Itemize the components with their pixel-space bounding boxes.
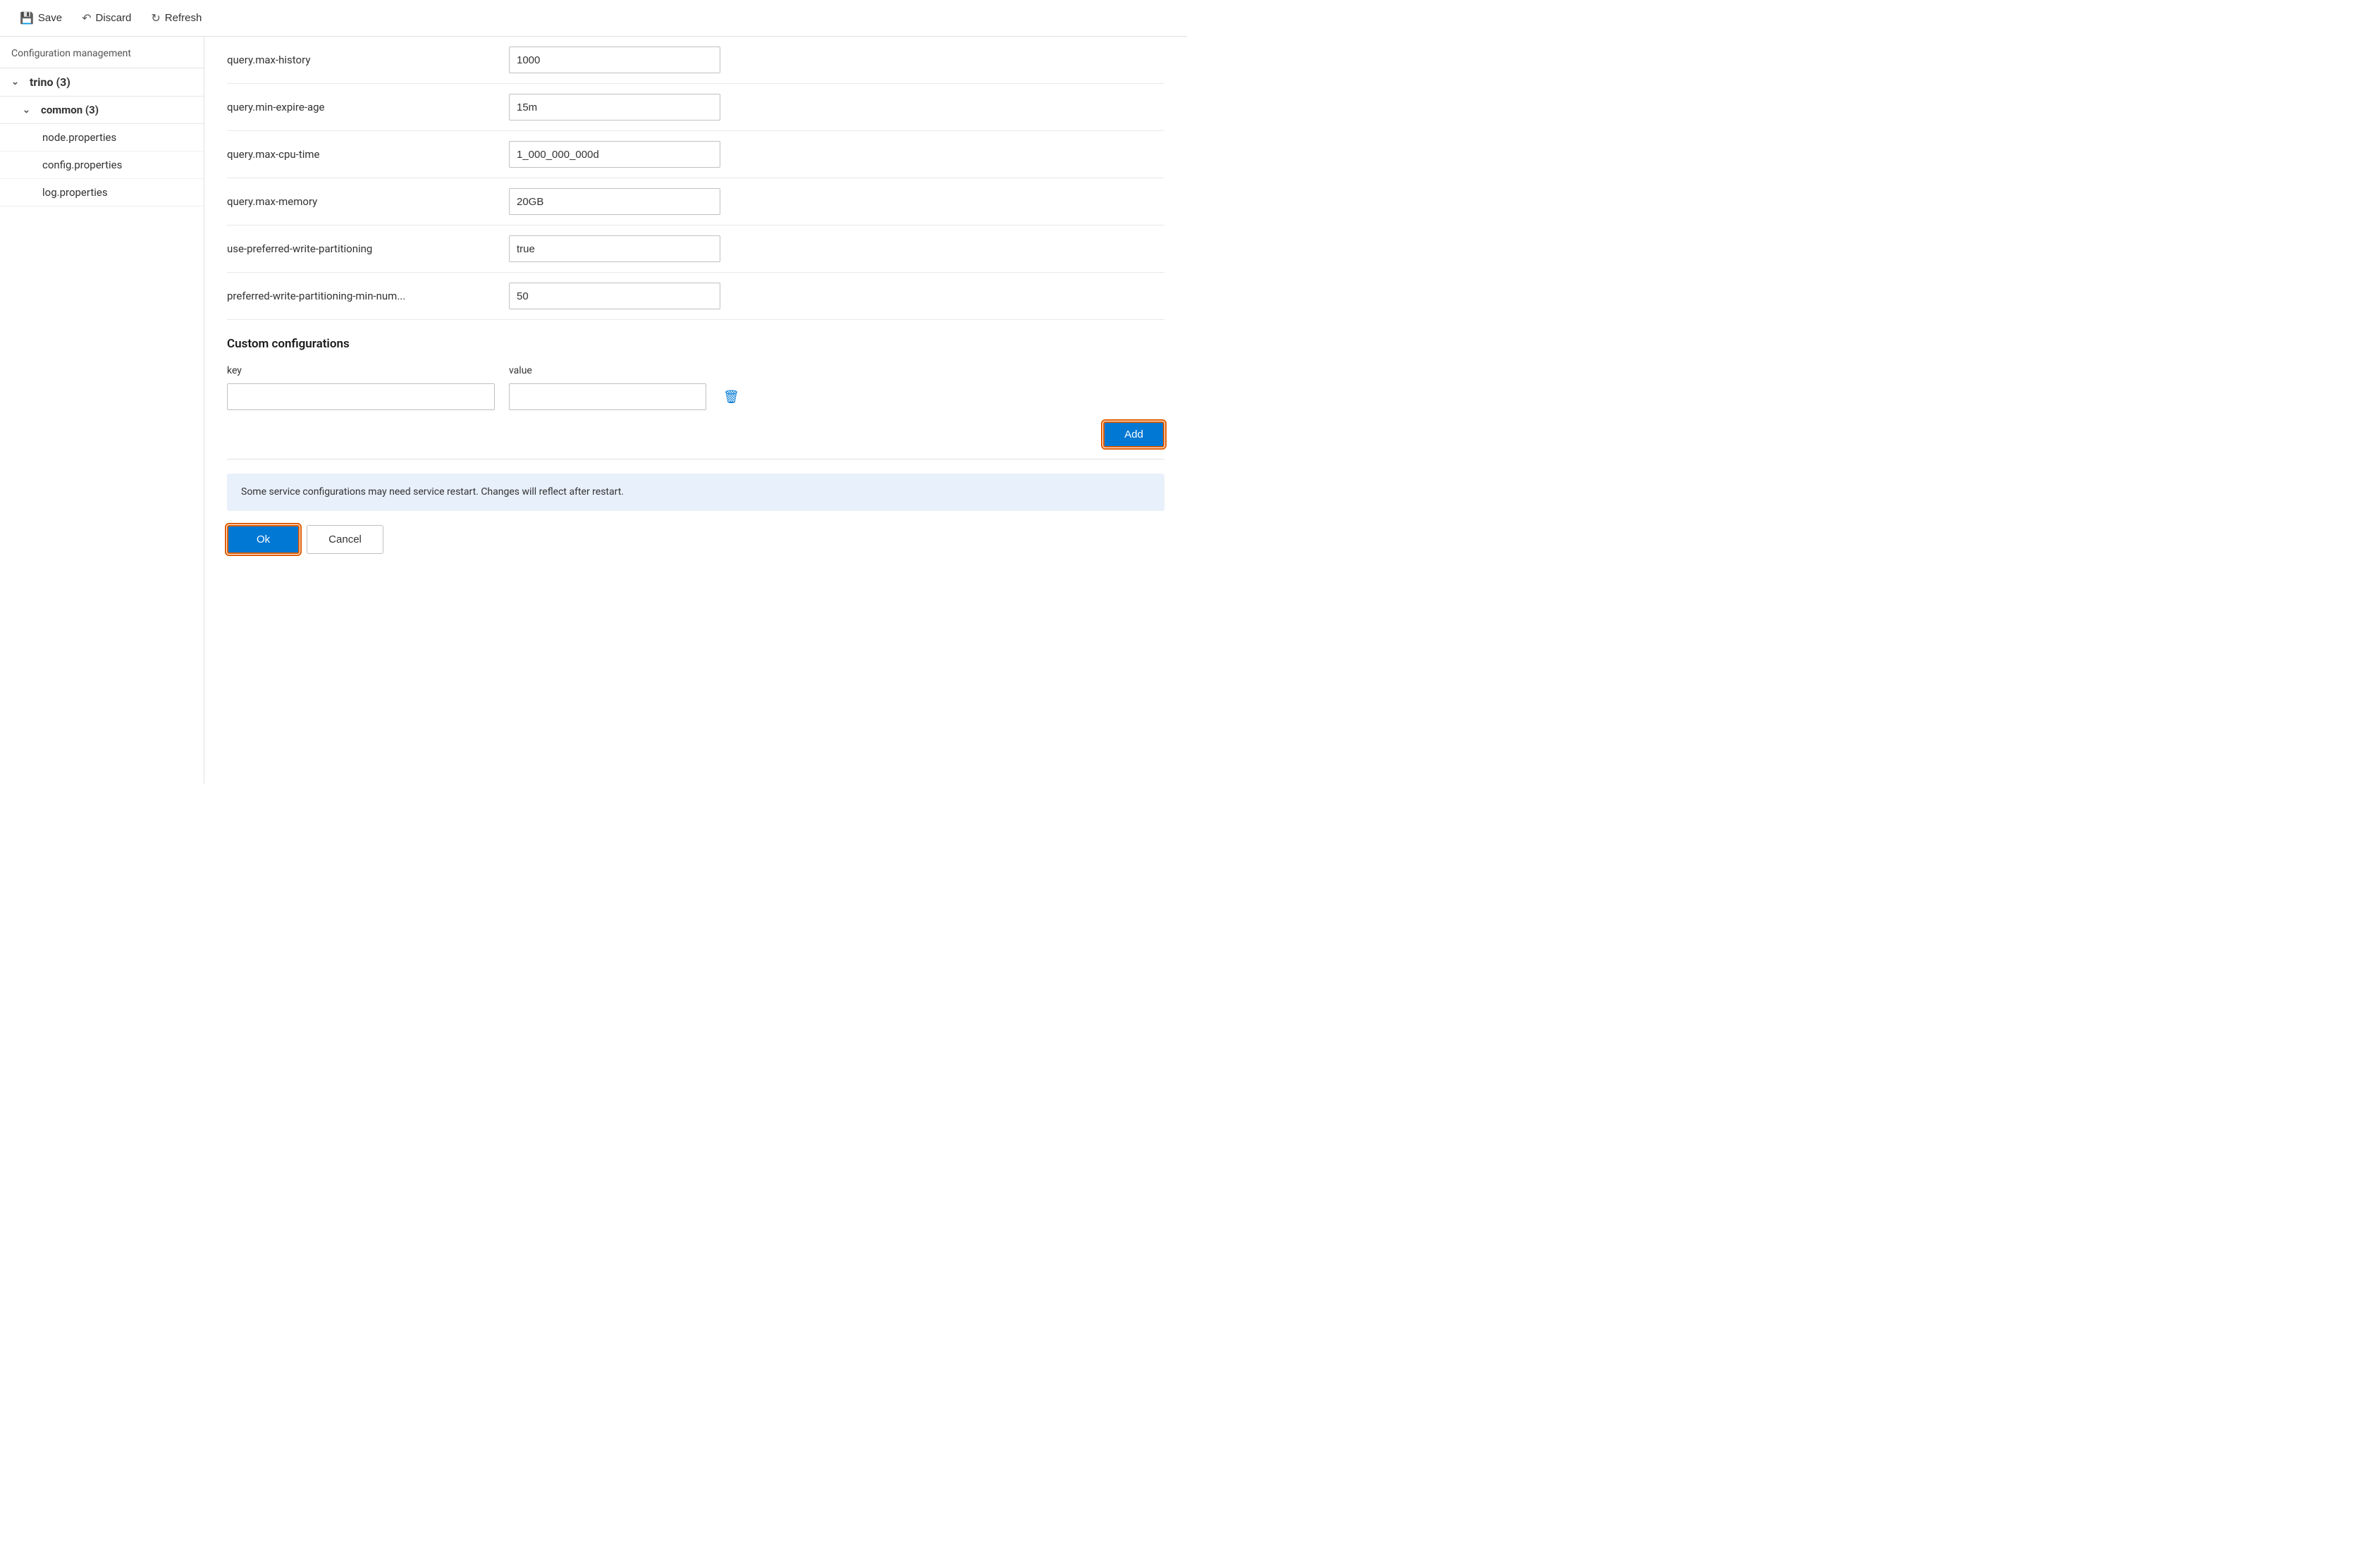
discard-button[interactable]: ↶ Discard: [73, 8, 140, 29]
tree-item-common[interactable]: ⌄ common (3): [0, 97, 204, 124]
delete-custom-row-button[interactable]: 🗑: [720, 387, 742, 407]
save-label: Save: [38, 12, 62, 24]
file-label: log.properties: [42, 186, 108, 199]
discard-icon: ↶: [82, 11, 91, 25]
tree-item-trino[interactable]: ⌄ trino (3): [0, 68, 204, 97]
config-row-2: query.max-cpu-time: [227, 131, 1164, 178]
config-row-3: query.max-memory: [227, 178, 1164, 226]
config-input-0[interactable]: [509, 47, 720, 73]
add-row: Add: [227, 421, 1164, 459]
tree-item-node-properties[interactable]: node.properties: [0, 124, 204, 152]
config-row-4: use-preferred-write-partitioning: [227, 226, 1164, 273]
custom-key-input[interactable]: [227, 383, 495, 410]
config-row-1: query.min-expire-age: [227, 84, 1164, 131]
custom-section-title: Custom configurations: [227, 337, 1164, 351]
custom-key-header: key: [227, 365, 495, 376]
tree-item-config-properties[interactable]: config.properties: [0, 152, 204, 179]
refresh-icon: ↻: [151, 11, 160, 25]
refresh-button[interactable]: ↻ Refresh: [142, 8, 210, 29]
chevron-down-icon: ⌄: [11, 77, 23, 87]
config-input-3[interactable]: [509, 188, 720, 215]
config-row-5: preferred-write-partitioning-min-num...: [227, 273, 1164, 320]
tree-item-log-properties[interactable]: log.properties: [0, 179, 204, 206]
sidebar-title: Configuration management: [0, 37, 204, 68]
content-area: query.max-history query.min-expire-age q…: [204, 37, 1187, 784]
cancel-button[interactable]: Cancel: [307, 525, 383, 554]
save-button[interactable]: 💾 Save: [11, 8, 70, 29]
toolbar: 💾 Save ↶ Discard ↻ Refresh: [0, 0, 1187, 37]
config-label-2: query.max-cpu-time: [227, 148, 495, 161]
tree-item-common-label: common (3): [41, 104, 99, 116]
chevron-down-icon-2: ⌄: [23, 105, 34, 116]
config-input-1[interactable]: [509, 94, 720, 121]
add-button[interactable]: Add: [1103, 421, 1164, 447]
config-label-0: query.max-history: [227, 54, 495, 66]
custom-value-input[interactable]: [509, 383, 706, 410]
config-input-2[interactable]: [509, 141, 720, 168]
save-icon: 💾: [20, 11, 34, 25]
config-label-4: use-preferred-write-partitioning: [227, 242, 495, 255]
discard-label: Discard: [96, 12, 132, 24]
file-label: node.properties: [42, 131, 116, 144]
custom-configurations-section: Custom configurations key value 🗑 Add So…: [227, 337, 1164, 554]
custom-value-header: value: [509, 365, 720, 376]
sidebar: Configuration management ⌄ trino (3) ⌄ c…: [0, 37, 204, 784]
config-label-5: preferred-write-partitioning-min-num...: [227, 290, 495, 302]
config-input-4[interactable]: [509, 235, 720, 262]
main-layout: Configuration management ⌄ trino (3) ⌄ c…: [0, 37, 1187, 784]
info-banner: Some service configurations may need ser…: [227, 474, 1164, 511]
config-row-0: query.max-history: [227, 37, 1164, 84]
info-banner-text: Some service configurations may need ser…: [241, 486, 624, 498]
bottom-buttons: Ok Cancel: [227, 525, 1164, 554]
trash-icon: 🗑: [723, 390, 739, 404]
tree-item-trino-label: trino (3): [30, 75, 70, 89]
ok-button[interactable]: Ok: [227, 525, 300, 554]
custom-row-0: 🗑: [227, 383, 1164, 410]
custom-headers: key value: [227, 365, 1164, 376]
refresh-label: Refresh: [165, 12, 202, 24]
config-input-5[interactable]: [509, 283, 720, 309]
config-label-1: query.min-expire-age: [227, 101, 495, 113]
file-label: config.properties: [42, 159, 122, 171]
config-label-3: query.max-memory: [227, 195, 495, 208]
